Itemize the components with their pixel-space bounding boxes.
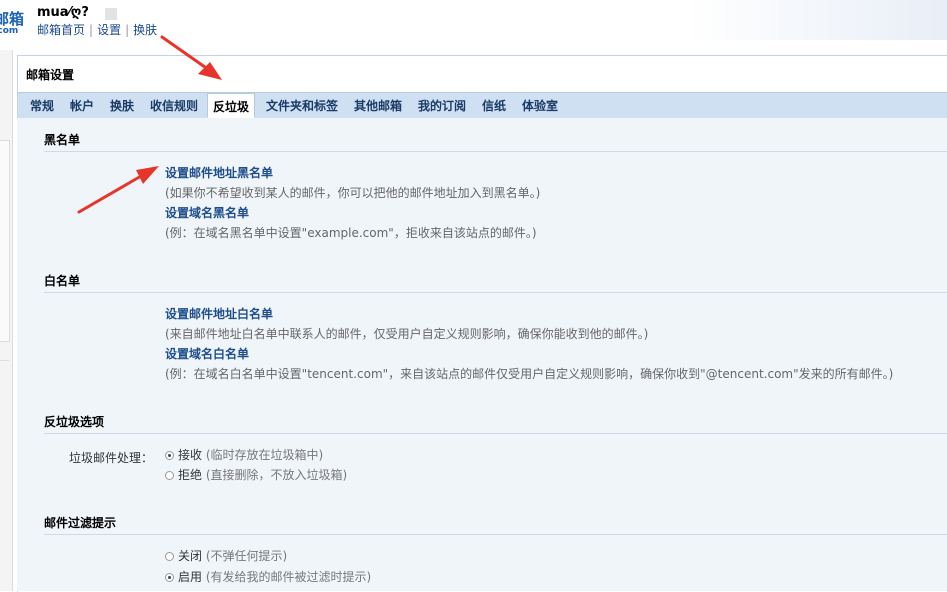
tab-folders-labels[interactable]: 文件夹和标签	[266, 97, 338, 114]
option-label: 拒绝	[178, 468, 203, 482]
spam-accept-option[interactable]: 接收 (临时存放在垃圾箱中)	[165, 446, 323, 463]
tab-mail-rules[interactable]: 收信规则	[150, 97, 198, 114]
sidebar-fragment	[0, 360, 9, 371]
address-blacklist-desc: (如果你不希望收到某人的邮件，你可以把他的邮件地址加入到黑名单。)	[165, 186, 541, 200]
tab-skin[interactable]: 换肤	[110, 97, 134, 114]
top-nav: 邮箱首页 | 设置 | 换肤	[37, 21, 157, 38]
option-note: (有发给我的邮件被过滤时提示)	[205, 570, 372, 584]
radio-checked[interactable]	[165, 573, 174, 582]
domain-blacklist-link[interactable]: 设置域名黑名单	[165, 204, 249, 221]
section-divider	[44, 292, 947, 293]
tab-stationery[interactable]: 信纸	[482, 97, 506, 114]
logo-domain: .com	[0, 26, 19, 36]
username: mua⁄ღ?	[37, 5, 89, 20]
tab-subscriptions[interactable]: 我的订阅	[418, 97, 466, 114]
mail-home-link[interactable]: 邮箱首页	[37, 23, 85, 37]
tab-general[interactable]: 常规	[30, 97, 54, 114]
option-note: (不弹任何提示)	[205, 549, 288, 563]
spam-handling-label: 垃圾邮件处理：	[69, 451, 154, 465]
option-label: 关闭	[178, 549, 203, 563]
top-bar: 邮箱 .com mua⁄ღ? 邮箱首页|设置|换肤	[0, 0, 947, 50]
left-sidebar-edge	[0, 50, 13, 591]
address-whitelist-desc: (来自邮件地址白名单中联系人的邮件，仅受用户自定义规则影响，确保你能收到他的邮件…	[165, 327, 649, 341]
filter-notice-heading: 邮件过滤提示	[44, 516, 117, 530]
spam-reject-option[interactable]: 拒绝 (直接删除，不放入垃圾箱)	[165, 466, 347, 483]
section-divider	[44, 151, 947, 152]
filter-notice-on-option[interactable]: 启用 (有发给我的邮件被过滤时提示)	[165, 568, 371, 585]
option-note: (临时存放在垃圾箱中)	[205, 448, 324, 462]
skin-link[interactable]: 换肤	[133, 23, 157, 37]
section-divider	[44, 433, 947, 434]
tab-account[interactable]: 帐户	[70, 97, 94, 114]
radio-unchecked[interactable]	[165, 552, 174, 561]
domain-blacklist-desc: (例：在域名黑名单中设置"example.com"，拒收来自该站点的邮件。)	[165, 226, 537, 240]
domain-whitelist-link[interactable]: 设置域名白名单	[165, 345, 249, 362]
settings-link[interactable]: 设置	[97, 23, 121, 37]
antispam-content: 黑名单 设置邮件地址黑名单 (如果你不希望收到某人的邮件，你可以把他的邮件地址加…	[17, 118, 947, 591]
settings-tabs: 常规 帐户 换肤 收信规则 反垃圾 文件夹和标签 其他邮箱 我的订阅 信纸 体验…	[18, 92, 947, 121]
radio-checked[interactable]	[165, 451, 174, 460]
domain-whitelist-desc: (例：在域名白名单中设置"tencent.com"，来自该站点的邮件仅受用户自定…	[165, 367, 894, 381]
tab-other-mailboxes[interactable]: 其他邮箱	[354, 97, 402, 114]
filter-notice-off-option[interactable]: 关闭 (不弹任何提示)	[165, 547, 287, 564]
panel-title: 邮箱设置	[26, 68, 75, 82]
whitelist-heading: 白名单	[44, 274, 81, 288]
address-whitelist-link[interactable]: 设置邮件地址白名单	[165, 305, 273, 322]
option-note: (直接删除，不放入垃圾箱)	[205, 468, 348, 482]
option-label: 启用	[178, 570, 203, 584]
blacklist-heading: 黑名单	[44, 133, 81, 147]
address-blacklist-link[interactable]: 设置邮件地址黑名单	[165, 164, 273, 181]
nav-separator: |	[89, 23, 94, 37]
tab-antispam[interactable]: 反垃圾	[207, 93, 256, 118]
section-divider	[44, 534, 947, 535]
option-label: 接收	[178, 448, 203, 462]
sidebar-fragment	[0, 140, 10, 342]
antispam-options-heading: 反垃圾选项	[44, 415, 105, 429]
nav-separator: |	[125, 23, 130, 37]
radio-unchecked[interactable]	[165, 471, 174, 480]
blurred-region	[105, 8, 117, 20]
header-gradient	[687, 0, 947, 40]
tab-lab[interactable]: 体验室	[522, 97, 558, 114]
